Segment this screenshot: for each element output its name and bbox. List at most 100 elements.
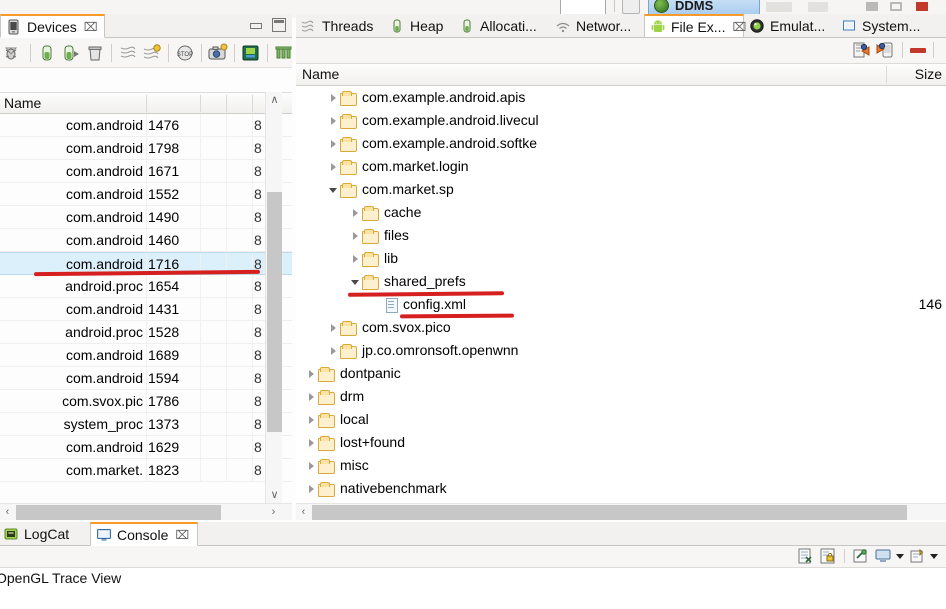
tree-twisty-collapsed-icon[interactable] xyxy=(306,454,318,477)
file-explorer-row[interactable]: misc2017-06-1400:05drwxrwx--t xyxy=(296,454,946,477)
tree-twisty-collapsed-icon[interactable] xyxy=(350,201,362,224)
tree-twisty-collapsed-icon[interactable] xyxy=(328,339,340,362)
pin-console-icon[interactable] xyxy=(852,547,870,565)
tree-twisty-collapsed-icon[interactable] xyxy=(328,132,340,155)
column-header-name[interactable]: Name xyxy=(302,64,339,85)
tree-twisty-collapsed-icon[interactable] xyxy=(328,155,340,178)
file-explorer-row[interactable]: com.example.android.apis2017-06-1401:11d… xyxy=(296,86,946,109)
file-explorer-row[interactable]: config.xml1462017-06-1423:00-rw-rw---- xyxy=(296,293,946,316)
screen-capture-icon[interactable] xyxy=(207,42,229,64)
device-process-row[interactable]: com.svox.pic 1786 8 xyxy=(0,390,292,413)
column-header-name[interactable]: Name xyxy=(0,93,146,114)
device-process-row[interactable]: com.android 1798 8 xyxy=(0,137,292,160)
tree-twisty-collapsed-icon[interactable] xyxy=(306,362,318,385)
tab-system[interactable]: System... xyxy=(836,14,932,37)
window-close-icon[interactable] xyxy=(916,2,928,11)
device-process-row[interactable]: com.android 1460 8 xyxy=(0,229,292,252)
system-information-icon[interactable] xyxy=(273,42,292,64)
open-console-icon[interactable] xyxy=(908,547,926,565)
device-process-row[interactable]: com.android 1594 8 xyxy=(0,367,292,390)
tree-twisty-collapsed-icon[interactable] xyxy=(306,408,318,431)
stop-process-icon[interactable]: STOP xyxy=(174,42,196,64)
device-process-row[interactable]: system_proc 1373 8 xyxy=(0,413,292,436)
file-explorer-row[interactable]: com.market.sp2017-06-1423:00drwxr-x--x xyxy=(296,178,946,201)
scroll-lock-icon[interactable] xyxy=(819,547,837,565)
tab-networ[interactable]: Networ... xyxy=(550,14,644,37)
file-explorer-horizontal-scrollbar[interactable]: ‹ xyxy=(296,503,946,520)
tab-logcat[interactable]: LogCat xyxy=(0,522,90,546)
column-header-size[interactable]: Size xyxy=(896,64,942,85)
devices-horizontal-scrollbar[interactable]: ‹ › xyxy=(0,503,292,520)
file-explorer-row[interactable]: nativebenchmark2016-11-1004:40drwxrwx--x xyxy=(296,477,946,500)
tree-twisty-collapsed-icon[interactable] xyxy=(306,385,318,408)
push-file-onto-device-icon[interactable] xyxy=(875,40,895,60)
device-process-row[interactable]: com.android 1431 8 xyxy=(0,298,292,321)
tab-fileex[interactable]: File Ex... ⌧ xyxy=(644,14,746,37)
minimize-icon[interactable] xyxy=(248,18,262,32)
update-heap-icon[interactable] xyxy=(36,42,58,64)
display-selected-console-icon[interactable] xyxy=(874,547,892,565)
delete-icon[interactable] xyxy=(910,47,926,53)
cause-gc-icon[interactable] xyxy=(84,42,106,64)
tree-twisty-collapsed-icon[interactable] xyxy=(306,431,318,454)
start-method-profiling-icon[interactable] xyxy=(141,42,163,64)
scroll-left-icon[interactable]: ‹ xyxy=(0,504,15,521)
file-explorer-row[interactable]: cache2017-06-1423:00drwxrwx--x xyxy=(296,201,946,224)
window-maximize-icon[interactable] xyxy=(890,2,902,11)
view-menu-icon[interactable] xyxy=(4,44,18,58)
file-explorer-row[interactable]: lost+found2017-06-1400:05drwxrwx--- xyxy=(296,431,946,454)
tree-twisty-expanded-icon[interactable] xyxy=(328,178,340,201)
tab-allocati[interactable]: Allocati... xyxy=(454,14,550,37)
file-explorer-row[interactable]: drm2017-06-1400:05drwxrwx--- xyxy=(296,385,946,408)
tab-devices[interactable]: Devices ⌧ xyxy=(0,14,105,38)
tree-twisty-collapsed-icon[interactable] xyxy=(350,224,362,247)
dump-hprof-file-icon[interactable] xyxy=(60,42,82,64)
close-icon[interactable]: ⌧ xyxy=(175,528,189,542)
tree-twisty-collapsed-icon[interactable] xyxy=(306,477,318,500)
file-explorer-row[interactable]: shared_prefs2017-06-1423:00drwxrwx--x xyxy=(296,270,946,293)
device-process-row[interactable]: com.android 1671 8 xyxy=(0,160,292,183)
device-process-row[interactable]: com.android 1689 8 xyxy=(0,344,292,367)
tree-twisty-collapsed-icon[interactable] xyxy=(328,109,340,132)
devices-vertical-scrollbar[interactable]: ∧ ∨ xyxy=(265,92,282,504)
device-process-row[interactable]: android.proc 1654 8 xyxy=(0,275,292,298)
maximize-icon[interactable] xyxy=(272,18,286,32)
console-output[interactable]: OpenGL Trace View xyxy=(0,568,946,609)
scrollbar-thumb[interactable] xyxy=(16,505,221,520)
perspective-button-ghost-2[interactable] xyxy=(808,2,828,12)
device-process-row[interactable]: com.android 1716 8 xyxy=(0,252,292,275)
device-process-row[interactable]: com.android 1629 8 xyxy=(0,436,292,459)
tree-twisty-collapsed-icon[interactable] xyxy=(350,247,362,270)
tree-twisty-collapsed-icon[interactable] xyxy=(328,316,340,339)
devices-process-list[interactable]: com.android 1476 8 com.android 1798 8 com.andr… xyxy=(0,114,292,504)
tree-twisty-expanded-icon[interactable] xyxy=(350,270,362,293)
device-process-row[interactable]: com.android 1490 8 xyxy=(0,206,292,229)
clear-console-icon[interactable] xyxy=(797,547,815,565)
perspective-button-ghost-1[interactable] xyxy=(766,2,792,12)
file-explorer-row[interactable]: com.example.android.softke2017-06-1400:0… xyxy=(296,132,946,155)
scroll-right-icon[interactable]: › xyxy=(266,504,281,521)
open-perspective-icon[interactable] xyxy=(622,0,640,14)
device-process-row[interactable]: com.android 1476 8 xyxy=(0,114,292,137)
window-minimize-icon[interactable] xyxy=(866,2,878,11)
tab-console[interactable]: Console ⌧ xyxy=(90,522,198,546)
file-explorer-row[interactable]: com.svox.pico2017-06-1400:06drwxr-x--x xyxy=(296,316,946,339)
update-threads-icon[interactable] xyxy=(117,42,139,64)
device-process-row[interactable]: com.market. 1823 8 xyxy=(0,459,292,482)
device-process-row[interactable]: com.android 1552 8 xyxy=(0,183,292,206)
tab-threads[interactable]: Threads xyxy=(296,14,384,37)
file-explorer-row[interactable]: jp.co.omronsoft.openwnn2017-06-1400:06dr… xyxy=(296,339,946,362)
file-explorer-row[interactable]: files2017-06-1423:00drwx------ xyxy=(296,224,946,247)
tab-heap[interactable]: Heap xyxy=(384,14,454,37)
file-explorer-row[interactable]: com.market.login2017-06-1402:26drwxr-x--… xyxy=(296,155,946,178)
dump-view-hierarchy-icon[interactable] xyxy=(240,42,262,64)
tree-twisty-collapsed-icon[interactable] xyxy=(328,86,340,109)
file-explorer-row[interactable]: dontpanic2017-06-1400:05drwxr-x--- xyxy=(296,362,946,385)
file-explorer-row[interactable]: local2017-06-1400:05drwxr-x--x xyxy=(296,408,946,431)
chevron-down-icon[interactable] xyxy=(930,553,938,559)
file-explorer-row[interactable]: com.example.android.livecul2017-06-1400:… xyxy=(296,109,946,132)
scroll-up-icon[interactable]: ∧ xyxy=(266,92,283,109)
file-explorer-row[interactable]: lib2017-06-1423:00drwxr-xr-x xyxy=(296,247,946,270)
scrollbar-thumb[interactable] xyxy=(312,505,907,520)
tab-emulat[interactable]: Emulat... xyxy=(744,14,836,37)
